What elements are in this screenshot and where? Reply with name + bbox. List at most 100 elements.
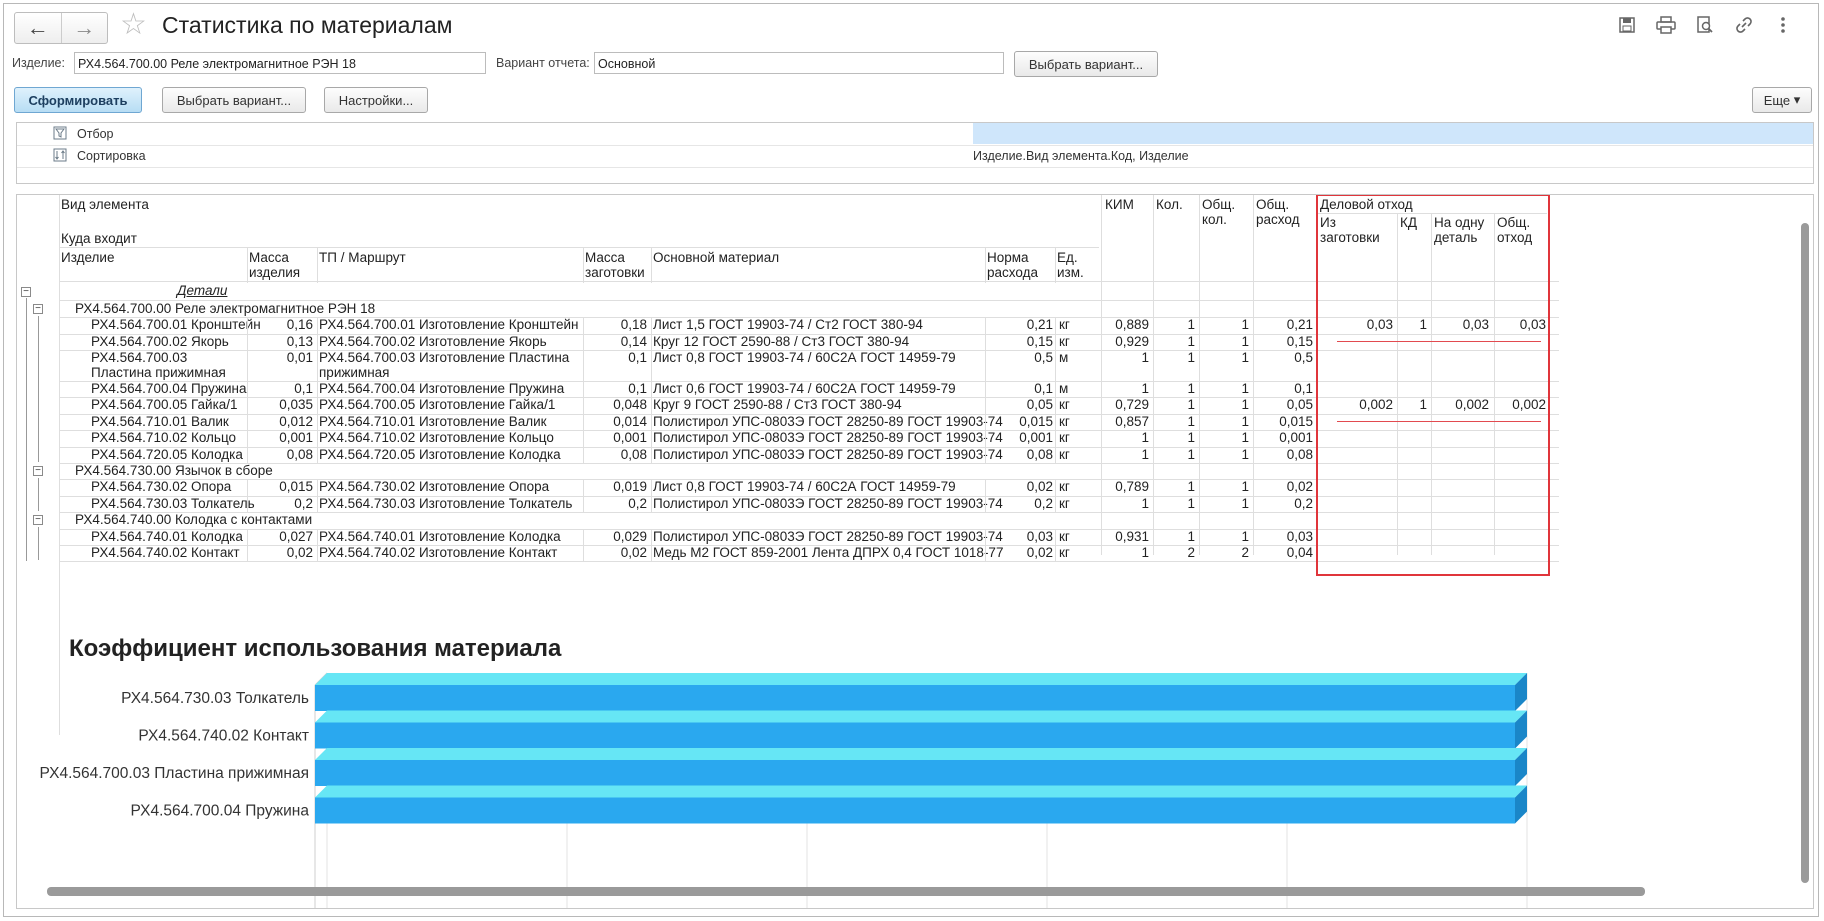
row-unit: кг	[1059, 413, 1070, 429]
preview-icon[interactable]	[1694, 14, 1716, 36]
row-mass: 0,02	[286, 545, 313, 560]
header-qty: Кол.	[1156, 197, 1183, 212]
horizontal-scrollbar[interactable]	[47, 887, 1645, 896]
choose-variant-top-button[interactable]: Выбрать вариант...	[1014, 51, 1158, 77]
more-label: Еще	[1763, 92, 1791, 108]
grid-line	[1055, 528, 1056, 545]
row-unit: кг	[1059, 479, 1070, 495]
grid-line	[651, 333, 652, 351]
variant-field[interactable]: Основной	[594, 52, 1004, 74]
grid-line	[247, 413, 248, 431]
tree-border	[59, 195, 60, 735]
tree-line	[38, 478, 39, 512]
settings-row-sort-label: Сортировка	[77, 149, 146, 163]
row-norm: 0,02	[1026, 479, 1053, 495]
row-unit: кг	[1059, 333, 1070, 349]
grid-line	[317, 545, 318, 562]
row-unit: кг	[1059, 446, 1070, 462]
grid-line	[247, 495, 248, 513]
grid-line	[985, 317, 986, 334]
row-total-qty: 1	[1241, 317, 1249, 333]
back-button[interactable]: ←	[15, 13, 61, 43]
print-icon[interactable]	[1655, 14, 1677, 36]
grid-line	[247, 397, 248, 414]
row-tp: РХ4.564.740.02 Изготовление Контакт	[319, 545, 558, 560]
save-icon[interactable]	[1616, 14, 1638, 36]
grid-line	[651, 430, 652, 447]
grid-line	[985, 381, 986, 398]
row-tp: РХ4.564.700.03 Изготовление Пластина при…	[319, 350, 570, 381]
grid-line	[985, 350, 986, 381]
header-product: Изделие	[61, 250, 115, 265]
row-material: Полистирол УПС-0803Э ГОСТ 28250-89 ГОСТ …	[653, 430, 1003, 446]
row-mass-blank: 0,1	[628, 350, 647, 366]
report-area[interactable]: Вид элемента Куда входит Изделие Масса изде…	[16, 194, 1814, 909]
row-product: РХ4.564.730.02 Опора	[91, 479, 232, 495]
header-unit: Ед. изм.	[1057, 250, 1084, 280]
generate-button[interactable]: Сформировать	[14, 87, 142, 113]
chart-bar	[315, 685, 1515, 711]
grid-line	[247, 350, 248, 381]
grid-line	[1055, 381, 1056, 398]
chart-axis-depth	[314, 672, 328, 686]
grid-line	[1055, 247, 1056, 283]
row-norm: 0,015	[1019, 413, 1053, 429]
row-total-consumption: 0,02	[1286, 479, 1313, 495]
row-norm: 0,1	[1034, 381, 1053, 396]
grid-line	[583, 446, 584, 463]
grid-line	[317, 413, 318, 431]
row-mass-blank: 0,08	[620, 446, 647, 462]
row-product: РХ4.564.700.05 Гайка/1	[91, 397, 238, 413]
title-icons	[1616, 14, 1794, 36]
settings-button[interactable]: Настройки...	[324, 87, 428, 113]
collapse-toggle[interactable]: −	[33, 304, 43, 314]
row-product: РХ4.564.700.03 Пластина прижимная	[91, 350, 226, 381]
row-total-consumption: 0,05	[1286, 397, 1313, 413]
product-field[interactable]: РХ4.564.700.00 Реле электромагнитное РЭН…	[74, 52, 486, 74]
collapse-toggle[interactable]: −	[21, 287, 31, 297]
row-total-qty: 1	[1241, 495, 1249, 511]
choose-variant-button[interactable]: Выбрать вариант...	[162, 87, 306, 113]
row-norm: 0,001	[1019, 430, 1053, 446]
row-qty: 1	[1187, 446, 1195, 462]
more-button[interactable]: Еще ▾	[1752, 87, 1812, 113]
link-icon[interactable]	[1733, 14, 1755, 36]
row-total-qty: 1	[1241, 350, 1249, 366]
vertical-scrollbar[interactable]	[1801, 223, 1809, 883]
row-mass: 0,16	[286, 317, 313, 333]
row-total-consumption: 0,04	[1286, 545, 1313, 560]
row-kim: 1	[1141, 381, 1149, 396]
row-mass: 0,08	[286, 446, 313, 462]
grid-line	[583, 381, 584, 398]
row-total-qty: 1	[1241, 333, 1249, 349]
row-kim: 0,857	[1115, 413, 1149, 429]
row-kim: 0,929	[1115, 333, 1149, 349]
row-product: РХ4.564.700.04 Пружина	[91, 381, 247, 396]
grid-line	[317, 446, 318, 463]
grid-line	[247, 446, 248, 463]
grid-line	[247, 545, 248, 562]
row-total-consumption: 0,2	[1294, 495, 1313, 511]
row-product: РХ4.564.710.02 Кольцо	[91, 430, 237, 446]
grid-line	[317, 333, 318, 351]
favorite-star-icon[interactable]: ☆	[120, 10, 147, 40]
grid-line	[985, 247, 986, 283]
nav-buttons: ← →	[14, 12, 108, 44]
collapse-toggle[interactable]: −	[33, 515, 43, 526]
row-qty: 1	[1187, 381, 1195, 396]
row-total-qty: 1	[1241, 381, 1249, 396]
row-kim: 1	[1141, 446, 1149, 462]
row-unit: кг	[1059, 495, 1070, 511]
row-qty: 1	[1187, 528, 1195, 544]
settings-row-sort[interactable]: Сортировка Изделие.Вид элемента.Код, Изд…	[17, 145, 1813, 168]
row-kim: 0,729	[1115, 397, 1149, 413]
chart-bar-top	[315, 748, 1527, 760]
row-material: Круг 12 ГОСТ 2590-88 / Ст3 ГОСТ 380-94	[653, 333, 910, 349]
more-icon[interactable]	[1772, 14, 1794, 36]
collapse-toggle[interactable]: −	[33, 466, 43, 476]
chart-bar	[315, 760, 1515, 786]
row-qty: 1	[1187, 317, 1195, 333]
row-product: РХ4.564.700.02 Якорь	[91, 333, 229, 349]
forward-button[interactable]: →	[60, 13, 108, 43]
settings-row-filter[interactable]: Отбор	[17, 123, 1813, 146]
